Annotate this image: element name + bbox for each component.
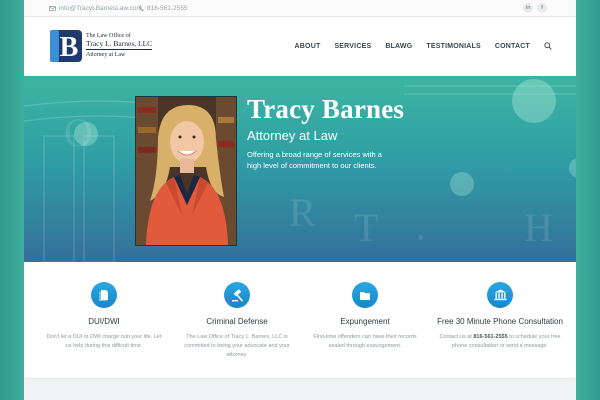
svg-text:R: R: [289, 190, 316, 235]
service-description: Contact us at 816-561-2555 to schedule y…: [435, 333, 565, 351]
courthouse-icon[interactable]: [487, 282, 513, 308]
phone-icon: [139, 5, 144, 12]
logo-mark[interactable]: B: [50, 30, 82, 62]
linkedin-icon[interactable]: in: [523, 3, 533, 13]
nav-services[interactable]: SERVICES: [334, 43, 371, 50]
search-icon[interactable]: [544, 42, 552, 50]
hero-subtitle: Attorney at Law: [247, 128, 338, 143]
logo-line-2: Tracy L. Barnes, LLC: [86, 39, 153, 50]
service-description: Don't let a DUI or DWI charge ruin your …: [46, 334, 162, 349]
service-title[interactable]: Criminal Defense: [177, 317, 297, 327]
phone-text[interactable]: 816-561-2555: [147, 5, 187, 12]
desc-phone[interactable]: 816-561-2555: [473, 334, 507, 340]
logo-text[interactable]: The Law Office of Tracy L. Barnes, LLC A…: [86, 32, 153, 59]
desc-prefix: Contact us at: [439, 334, 474, 340]
service-title[interactable]: Expungement: [305, 317, 425, 327]
logo-monogram: B: [60, 32, 79, 62]
top-bar: info@TracyLBarnesLaw.com 816-561-2555 in…: [24, 0, 576, 17]
page: info@TracyLBarnesLaw.com 816-561-2555 in…: [24, 0, 576, 400]
hero-description: Offering a broad range of services with …: [247, 150, 382, 170]
gavel-icon[interactable]: [224, 282, 250, 308]
site-header: B The Law Office of Tracy L. Barnes, LLC…: [24, 17, 576, 76]
service-description: First-time offenders can have their reco…: [313, 334, 417, 349]
phone-contact[interactable]: 816-561-2555: [139, 5, 187, 12]
nav-testimonials[interactable]: TESTIMONIALS: [426, 43, 481, 50]
service-title[interactable]: Free 30 Minute Phone Consultation: [435, 317, 565, 327]
document-icon[interactable]: [91, 282, 117, 308]
svg-text:·: ·: [414, 215, 427, 260]
service-expungement[interactable]: Expungement First-time offenders can hav…: [305, 282, 425, 351]
email-contact[interactable]: info@TracyLBarnesLaw.com: [49, 5, 142, 12]
service-dui-dwi[interactable]: DUI/DWI Don't let a DUI or DWI charge ru…: [44, 282, 164, 351]
footer-strip: [24, 378, 576, 400]
nav-about[interactable]: ABOUT: [295, 43, 321, 50]
nav-contact[interactable]: CONTACT: [495, 43, 530, 50]
social-links: in f: [523, 3, 547, 13]
folder-icon[interactable]: [352, 282, 378, 308]
hero-banner: O R T · H Tracy Barnes Attorney at Law O…: [24, 76, 576, 262]
envelope-icon: [49, 6, 56, 11]
facebook-icon[interactable]: f: [537, 3, 547, 13]
service-criminal-defense[interactable]: Criminal Defense The Law Office of Tracy…: [177, 282, 297, 360]
email-text[interactable]: info@TracyLBarnesLaw.com: [59, 5, 142, 12]
nav-blawg[interactable]: BLAWG: [385, 43, 412, 50]
logo-line-3: Attorney at Law: [86, 52, 126, 58]
svg-text:H: H: [524, 205, 553, 250]
main-nav: ABOUT SERVICES BLAWG TESTIMONIALS CONTAC…: [295, 42, 552, 50]
service-description: The Law Office of Tracy L. Barnes, LLC i…: [184, 334, 290, 358]
service-title[interactable]: DUI/DWI: [44, 317, 164, 327]
svg-text:T: T: [354, 205, 378, 250]
service-free-consultation[interactable]: Free 30 Minute Phone Consultation Contac…: [435, 282, 565, 351]
attorney-photo: [135, 96, 237, 246]
hero-title: Tracy Barnes: [247, 94, 405, 124]
portrait-image: [136, 97, 236, 245]
